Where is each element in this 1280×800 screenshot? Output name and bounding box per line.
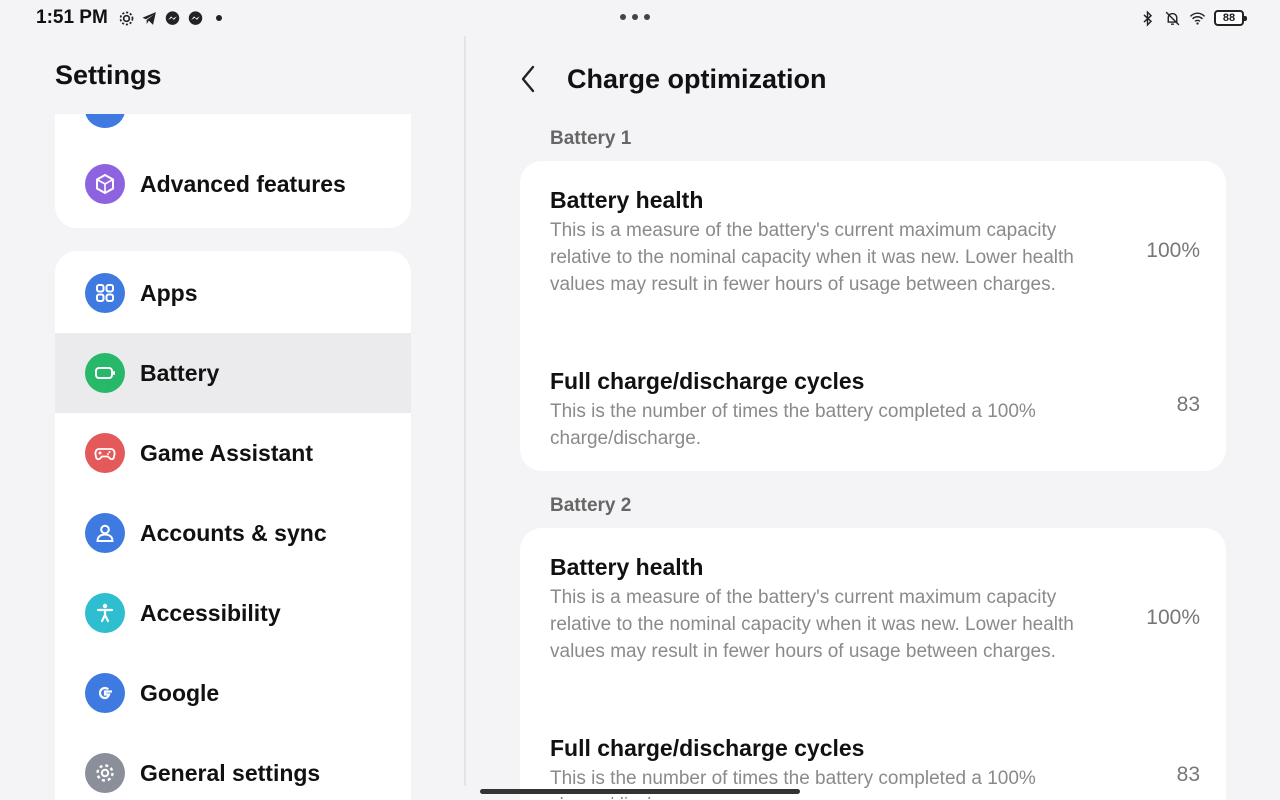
gear-icon (85, 753, 125, 793)
telegram-icon (141, 10, 158, 27)
section-label-battery-2: Battery 2 (550, 495, 632, 516)
home-indicator[interactable] (480, 789, 800, 794)
sidebar-item-label: Accounts & sync (140, 519, 327, 546)
hexagon-icon (85, 164, 125, 204)
sidebar-item-google[interactable]: Google (55, 653, 411, 733)
detail-pane: Charge optimization Battery 1 Battery he… (466, 36, 1280, 800)
page-title-settings: Settings (55, 60, 162, 90)
battery-health-value: 100% (1146, 239, 1200, 262)
account-icon (85, 513, 125, 553)
battery-1-card: Battery health This is a measure of the … (520, 161, 1226, 471)
bell-off-icon (1164, 10, 1181, 27)
sidebar-item-accounts-sync[interactable]: Accounts & sync (55, 493, 411, 573)
sidebar-item-apps[interactable]: Apps (55, 253, 411, 333)
status-right: 88 (1139, 6, 1247, 30)
google-icon (85, 673, 125, 713)
row-title: Battery health (550, 187, 704, 213)
battery-icon (85, 353, 125, 393)
multitask-dots[interactable] (620, 14, 650, 20)
row-description: This is the number of times the battery … (550, 401, 1036, 449)
section-label-battery-1: Battery 1 (550, 128, 632, 149)
apps-grid-icon (85, 273, 125, 313)
sidebar-item-advanced-features[interactable]: Advanced features (55, 144, 411, 224)
notification-dot (215, 15, 222, 21)
chevron-left-icon (521, 65, 535, 93)
page-title: Charge optimization (567, 64, 827, 94)
row-description: This is a measure of the battery's curre… (550, 220, 1074, 295)
row-title: Full charge/discharge cycles (550, 735, 865, 761)
sidebar-item-game-assistant[interactable]: Game Assistant (55, 413, 411, 493)
settings-card-main: Apps Battery Game Assistant Accounts & s… (55, 251, 411, 800)
charge-cycles-value: 83 (1176, 763, 1200, 786)
partial-item-icon (85, 114, 125, 128)
charge-cycles-value: 83 (1176, 393, 1200, 416)
sidebar-item-label: Advanced features (140, 170, 346, 197)
sidebar-item-label: Google (140, 679, 220, 706)
status-left: 1:51 PM (36, 6, 222, 30)
gamepad-icon (85, 433, 125, 473)
sidebar-item-label: Game Assistant (140, 439, 313, 466)
row-title: Full charge/discharge cycles (550, 368, 865, 394)
sidebar-item-label: General settings (140, 759, 321, 786)
sidebar-item-label: Accessibility (140, 599, 281, 626)
accessibility-icon (85, 593, 125, 633)
battery-health-row[interactable]: Battery health This is a measure of the … (550, 552, 1200, 665)
battery-level: 88 (1214, 10, 1247, 26)
wifi-icon (1189, 10, 1206, 27)
sidebar-item-general-settings[interactable]: General settings (55, 733, 411, 800)
sidebar-item-battery[interactable]: Battery (55, 333, 411, 413)
sidebar-item-label: Apps (140, 279, 198, 306)
messenger-icon (187, 10, 204, 27)
sidebar-item-accessibility[interactable]: Accessibility (55, 573, 411, 653)
charge-cycles-row[interactable]: Full charge/discharge cycles This is the… (550, 366, 1200, 452)
sidebar-item-label: Battery (140, 359, 220, 386)
row-title: Battery health (550, 554, 704, 580)
bluetooth-icon (1139, 9, 1156, 27)
messenger-icon (164, 10, 181, 27)
status-time: 1:51 PM (36, 7, 108, 28)
battery-health-value: 100% (1146, 606, 1200, 629)
battery-2-card: Battery health This is a measure of the … (520, 528, 1226, 800)
settings-sidebar: Settings Advanced features Apps Battery (0, 36, 466, 800)
battery-health-row[interactable]: Battery health This is a measure of the … (550, 185, 1200, 298)
back-button[interactable] (514, 62, 542, 96)
settings-card-top: Advanced features (55, 114, 411, 228)
settings-gear-icon (118, 10, 135, 27)
row-description: This is a measure of the battery's curre… (550, 587, 1074, 662)
status-bar: 1:51 PM 88 (0, 0, 1280, 36)
